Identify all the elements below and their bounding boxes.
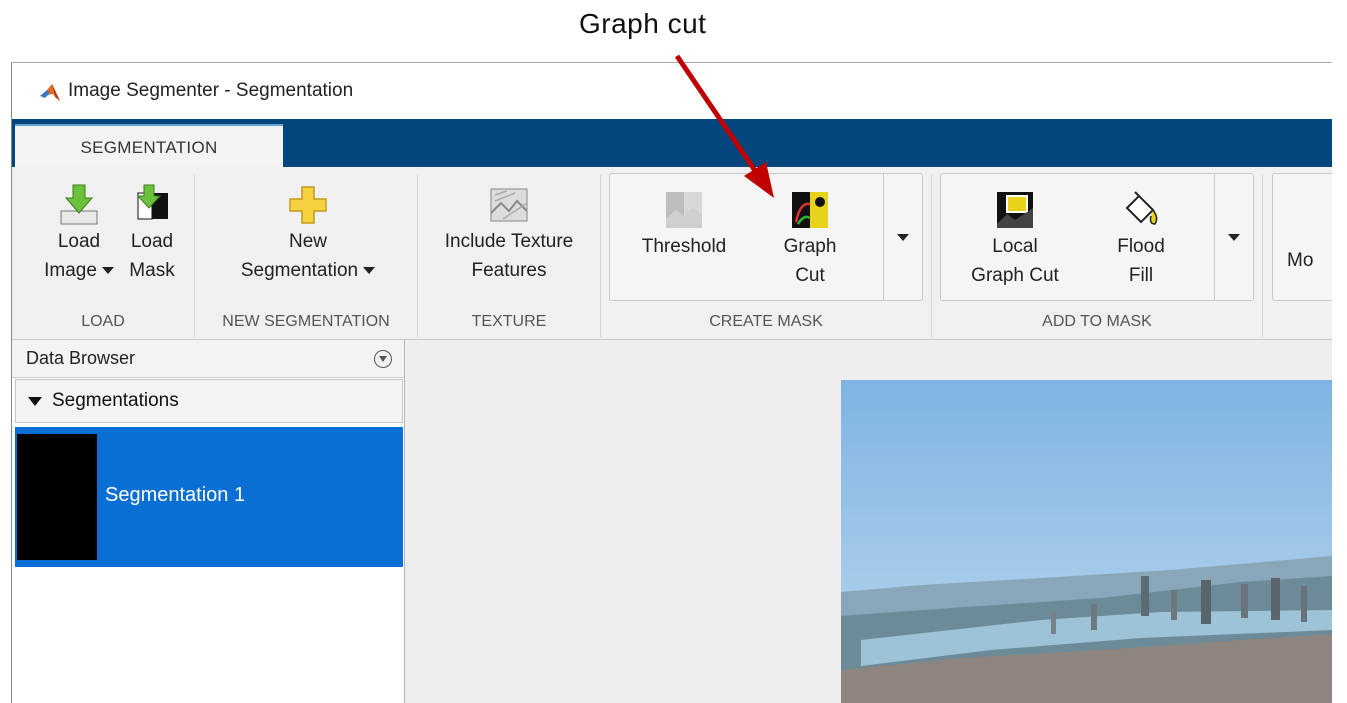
segmentation-thumbnail	[17, 434, 97, 560]
add-to-mask-gallery: Local Graph Cut Flood Fill	[940, 173, 1254, 301]
callout-label: Graph cut	[579, 8, 707, 39]
data-browser-title: Data Browser	[26, 348, 136, 368]
load-image-line1: Load	[57, 231, 101, 252]
group-label-new-segmentation: NEW SEGMENTATION	[222, 313, 390, 330]
data-browser-panel: Data Browser Segmentations Segmentation …	[12, 340, 405, 703]
group-label-create-mask: CREATE MASK	[709, 313, 823, 330]
group-label-add-to-mask: ADD TO MASK	[1042, 313, 1152, 330]
segmentations-section-label: Segmentations	[52, 390, 179, 411]
plus-icon	[289, 186, 327, 224]
load-mask-button[interactable]: Load Mask	[120, 183, 184, 285]
load-image-line2: Image	[44, 260, 97, 281]
load-mask-line1: Load	[130, 231, 174, 252]
graph-cut-button[interactable]: Graph Cut	[760, 188, 860, 290]
local-graph-cut-line1: Local	[992, 236, 1038, 257]
local-graph-cut-icon	[997, 192, 1033, 228]
app-window: Image Segmenter - Segmentation SEGMENTAT…	[11, 62, 1332, 703]
segmentation-item-name: Segmentation 1	[105, 484, 246, 506]
include-texture-features-button[interactable]: Include Texture Features	[423, 183, 595, 285]
flood-fill-button[interactable]: Flood Fill	[1091, 188, 1191, 290]
segmentation-list-item[interactable]: Segmentation 1	[15, 427, 403, 567]
texture-icon	[490, 188, 528, 222]
graph-cut-icon	[792, 192, 828, 228]
group-separator	[1262, 175, 1263, 337]
window-title: Image Segmenter - Segmentation	[68, 80, 354, 101]
image-canvas	[405, 340, 1332, 703]
segmentations-section-header[interactable]: Segmentations	[15, 379, 403, 423]
title-bar: Image Segmenter - Segmentation	[12, 63, 1332, 119]
group-label-load: LOAD	[81, 313, 125, 330]
flood-fill-line2: Fill	[1128, 265, 1154, 286]
chevron-down-icon	[363, 267, 376, 275]
load-image-button[interactable]: Load Image	[34, 183, 124, 285]
new-segmentation-line1: New	[288, 231, 327, 252]
morphology-label-partial: Mo	[1287, 250, 1314, 271]
load-image-icon	[60, 184, 98, 225]
data-browser-header: Data Browser	[12, 340, 404, 378]
create-mask-gallery: Threshold Graph Cut	[609, 173, 923, 301]
morphology-button[interactable]: Mo	[1287, 246, 1313, 275]
threshold-icon	[666, 192, 702, 228]
chevron-down-icon	[897, 233, 909, 241]
toolstrip: Load Image Load Mask LOAD New Segmentati…	[12, 167, 1332, 340]
threshold-button[interactable]: Threshold	[624, 188, 744, 261]
graph-cut-line1: Graph	[783, 236, 837, 257]
matlab-logo-icon	[40, 84, 60, 101]
tab-segmentation[interactable]: SEGMENTATION	[15, 124, 283, 169]
add-to-mask-more-button[interactable]	[1214, 174, 1253, 300]
new-segmentation-line2: Segmentation	[240, 260, 359, 281]
local-graph-cut-button[interactable]: Local Graph Cut	[955, 188, 1075, 290]
flood-fill-line1: Flood	[1117, 236, 1165, 257]
new-segmentation-button[interactable]: New Segmentation	[202, 183, 414, 285]
chevron-down-icon	[1228, 233, 1240, 241]
tab-strip: SEGMENTATION	[12, 119, 1332, 169]
chevron-down-icon	[101, 267, 114, 275]
aerial-city-image[interactable]	[841, 380, 1332, 703]
group-label-texture: TEXTURE	[471, 313, 547, 330]
flood-fill-icon	[1125, 191, 1158, 225]
local-graph-cut-line2: Graph Cut	[971, 265, 1059, 286]
triangle-down-icon	[28, 397, 42, 406]
load-mask-line2: Mask	[129, 260, 175, 281]
load-mask-icon	[136, 184, 168, 220]
morphology-gallery: Mo	[1272, 173, 1332, 301]
include-texture-line2: Features	[471, 260, 547, 281]
threshold-label: Threshold	[641, 236, 727, 257]
collapse-panel-icon[interactable]	[374, 350, 392, 368]
create-mask-more-button[interactable]	[883, 174, 922, 300]
graph-cut-line2: Cut	[795, 265, 825, 286]
include-texture-line1: Include Texture	[444, 231, 574, 252]
